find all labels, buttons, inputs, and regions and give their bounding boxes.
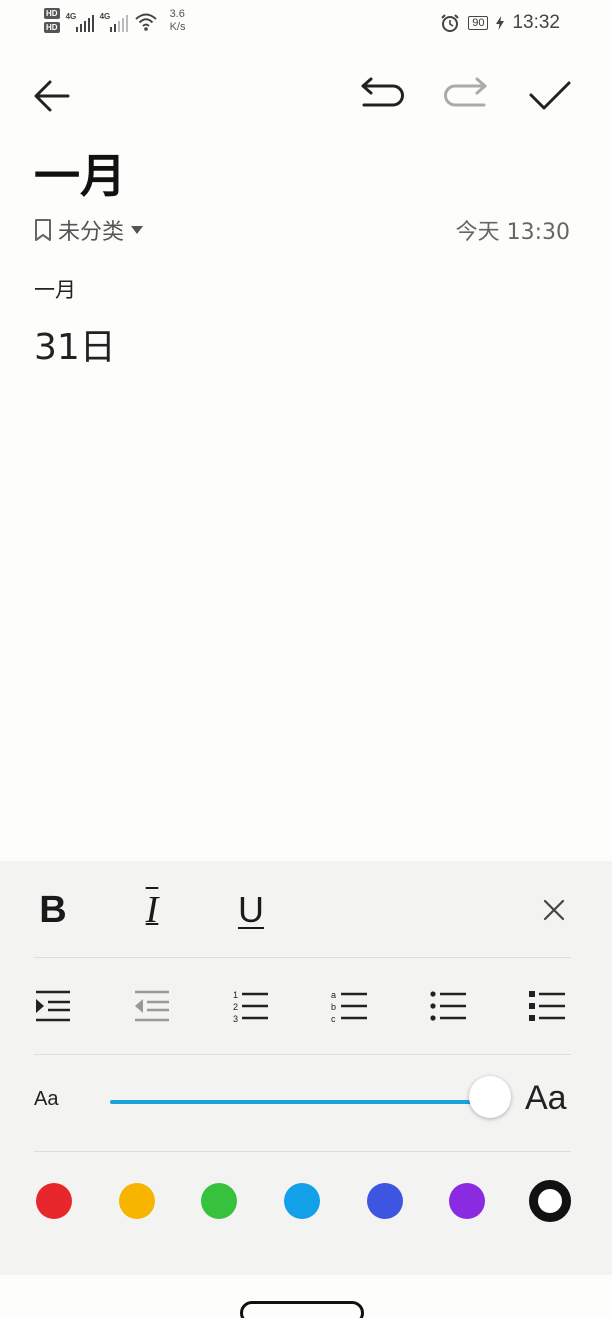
close-icon [543, 899, 565, 921]
note-timestamp: 今天 13:30 [455, 220, 570, 245]
text-style-row: B I U [0, 861, 612, 957]
svg-text:2: 2 [233, 1002, 238, 1012]
color-row [0, 1152, 612, 1248]
bullet-list-icon [430, 991, 466, 1021]
indent-button[interactable] [27, 980, 79, 1032]
redo-button[interactable] [442, 72, 490, 120]
color-swatch[interactable] [119, 1183, 155, 1219]
battery-indicator: 90 [468, 16, 489, 30]
color-swatch[interactable] [36, 1183, 72, 1219]
color-swatch[interactable] [284, 1183, 320, 1219]
wifi-icon [134, 13, 157, 31]
hd-indicators: HD HD [44, 8, 60, 33]
hd-badge-1: HD [44, 8, 60, 19]
svg-text:c: c [331, 1014, 336, 1023]
note-title[interactable]: 一月 [34, 148, 126, 204]
bookmark-icon [35, 219, 51, 241]
paragraph-row: 1 2 3 a b c [0, 958, 612, 1054]
editor-toolbar [0, 64, 612, 128]
undo-icon [361, 77, 404, 107]
bold-button[interactable]: B [27, 884, 79, 936]
font-size-slider-track[interactable] [110, 1100, 490, 1104]
outdent-icon [135, 990, 169, 1022]
signal-1-icon: 4G [66, 8, 94, 34]
format-panel: B I U 1 2 3 a b c Aa Aa [0, 861, 612, 1275]
status-left: HD HD 4G 4G 3.6 K/s [44, 8, 185, 34]
charging-icon [496, 16, 505, 30]
color-swatch[interactable] [449, 1183, 485, 1219]
undo-button[interactable] [358, 72, 406, 120]
color-swatch-selected[interactable] [529, 1180, 571, 1222]
font-size-slider-fill [110, 1100, 490, 1104]
status-time: 13:32 [512, 12, 560, 33]
svg-text:1: 1 [233, 990, 238, 1000]
close-panel-button[interactable] [528, 884, 580, 936]
alarm-icon [441, 14, 459, 32]
color-swatch[interactable] [201, 1183, 237, 1219]
category-selector[interactable]: 未分类 [34, 214, 144, 246]
font-size-row: Aa Aa [0, 1055, 612, 1151]
font-size-large-label: Aa [525, 1079, 567, 1117]
italic-button[interactable]: I [126, 884, 178, 936]
system-nav-bar [0, 1275, 612, 1318]
indent-icon [36, 990, 70, 1022]
done-button[interactable] [526, 72, 574, 120]
lettered-list-icon: a b c [331, 990, 367, 1023]
lettered-list-button[interactable]: a b c [324, 980, 376, 1032]
svg-text:b: b [331, 1002, 336, 1012]
check-icon [529, 81, 571, 110]
font-size-small-label: Aa [34, 1088, 59, 1110]
color-swatch[interactable] [367, 1183, 403, 1219]
note-body-line-1[interactable]: 一月 [34, 274, 76, 304]
svg-text:3: 3 [233, 1014, 238, 1023]
note-body-line-2[interactable]: 31日 [34, 318, 116, 370]
bullet-list-button[interactable] [423, 980, 475, 1032]
numbered-list-button[interactable]: 1 2 3 [225, 980, 277, 1032]
back-button[interactable] [28, 72, 76, 120]
category-label: 未分类 [58, 220, 125, 245]
font-size-slider-thumb[interactable] [469, 1076, 511, 1118]
checklist-button[interactable] [522, 980, 574, 1032]
status-right: 90 13:32 [440, 12, 560, 34]
note-meta: 未分类 今天 13:30 [34, 214, 574, 246]
hd-badge-2: HD [44, 22, 60, 33]
numbered-list-icon: 1 2 3 [233, 990, 268, 1023]
checklist-icon [529, 991, 565, 1021]
underline-button[interactable]: U [225, 884, 277, 936]
signal-2-icon: 4G [100, 8, 128, 34]
status-bar: HD HD 4G 4G 3.6 K/s 90 13:32 [0, 0, 612, 50]
caret-down-icon [131, 226, 144, 234]
redo-icon [444, 77, 487, 107]
svg-text:a: a [331, 990, 336, 1000]
outdent-button[interactable] [126, 980, 178, 1032]
network-speed: 3.6 K/s [169, 8, 186, 33]
arrow-left-icon [34, 80, 70, 112]
home-indicator[interactable] [240, 1301, 364, 1318]
